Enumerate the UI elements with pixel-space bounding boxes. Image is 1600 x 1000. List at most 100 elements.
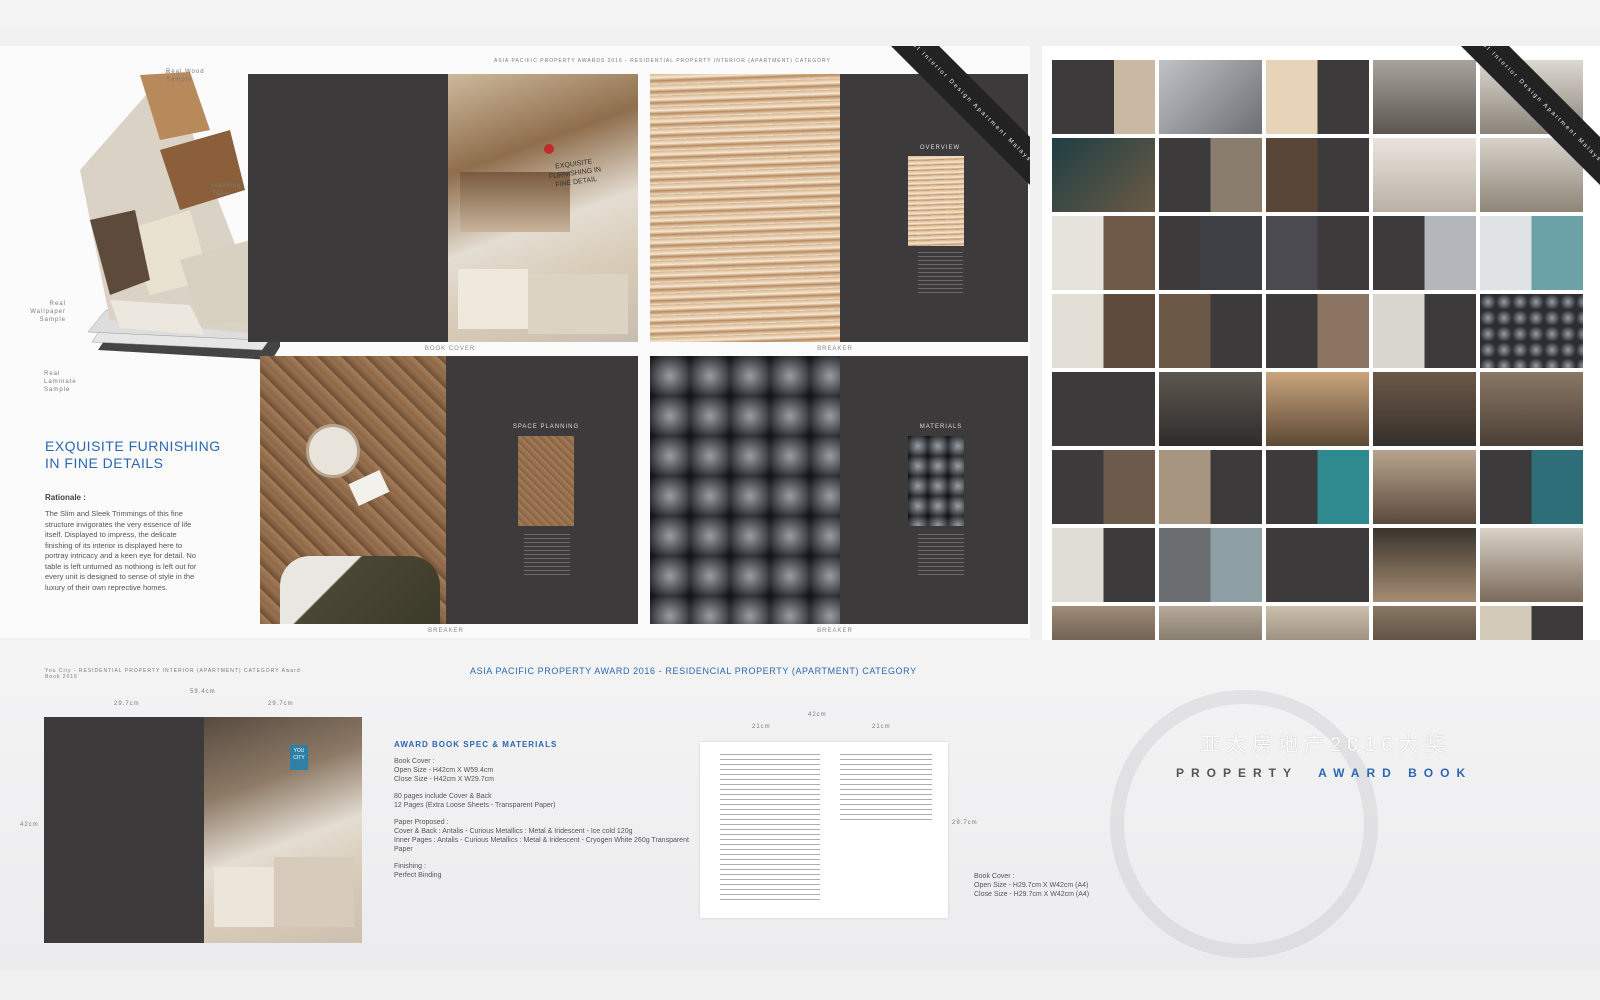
bottom-book-left bbox=[44, 717, 204, 943]
spec-item-b: Cover & Back : Antalis - Curious Metalli… bbox=[394, 828, 633, 835]
dim-297b: 29.7cm bbox=[268, 701, 294, 707]
book-mockup bbox=[40, 70, 290, 390]
grid-thumb bbox=[1373, 528, 1476, 602]
spec-item-a: 80 pages include Cover & Back bbox=[394, 793, 492, 800]
brand-line: PROPERTY AWARD BOOK bbox=[1176, 766, 1496, 780]
award-ribbon-right: Best Interior Design Apartment Malaysia … bbox=[1440, 46, 1600, 206]
grid-thumb bbox=[1052, 60, 1155, 134]
grid-thumb bbox=[1159, 450, 1262, 524]
ribbon-text-left: Best Interior Design Apartment Malaysia … bbox=[883, 46, 1030, 206]
grid-thumb bbox=[1373, 450, 1476, 524]
dim-297a: 29.7cm bbox=[114, 701, 140, 707]
bottom-book-sample bbox=[214, 867, 274, 927]
spec-block: AWARD BOOK SPEC & MATERIALS Book Cover :… bbox=[394, 740, 694, 880]
grid-thumb bbox=[1480, 450, 1583, 524]
spec-item: Finishing : Perfect Binding bbox=[394, 862, 694, 880]
label-laminate: Real Laminate Sample bbox=[44, 371, 77, 393]
header-strip: ASIA PACIFIC PROPERTY AWARDS 2016 - RESI… bbox=[494, 58, 831, 64]
grid-thumb bbox=[1052, 138, 1155, 212]
spec-item-b: Perfect Binding bbox=[394, 872, 442, 879]
chinese-title: 亚太房地产2016大奖 bbox=[1200, 734, 1451, 756]
grid-thumb bbox=[1266, 450, 1369, 524]
brand-word-property: PROPERTY bbox=[1176, 766, 1298, 780]
spread-leather bbox=[650, 356, 840, 624]
dim-42-vert: 42cm bbox=[20, 822, 39, 828]
space-planning-text-block bbox=[524, 534, 570, 578]
grid-thumb bbox=[1480, 372, 1583, 446]
grid-thumb bbox=[1052, 294, 1155, 368]
spec-item-b: 12 Pages (Extra Loose Sheets - Transpare… bbox=[394, 802, 556, 809]
spec-item-a: Paper Proposed : bbox=[394, 819, 449, 826]
grid-thumb bbox=[1159, 372, 1262, 446]
dim-297-vert: 29.7cm bbox=[952, 820, 978, 826]
grid-thumb bbox=[1266, 528, 1369, 602]
grid-thumb bbox=[1052, 450, 1155, 524]
grid-thumb bbox=[1159, 528, 1262, 602]
grid-thumb bbox=[1373, 294, 1476, 368]
space-planning-title: SPACE PLANNING bbox=[512, 424, 580, 430]
grid-thumb bbox=[1266, 372, 1369, 446]
caption-breaker-2: BREAKER bbox=[428, 628, 464, 634]
round-table bbox=[306, 424, 360, 478]
dim-21a: 21cm bbox=[752, 724, 771, 730]
grid-thumb bbox=[1159, 138, 1262, 212]
spec-title: AWARD BOOK SPEC & MATERIALS bbox=[394, 740, 558, 749]
label-wallpaper: Real Wallpaper Sample bbox=[30, 301, 66, 323]
grid-thumb bbox=[1373, 216, 1476, 290]
dim-594: 59.4cm bbox=[190, 689, 216, 695]
dim-21b: 21cm bbox=[872, 724, 891, 730]
space-planning-thumb bbox=[518, 436, 574, 526]
grid-thumb bbox=[1052, 372, 1155, 446]
spec-item-b: Open Size - H42cm X W59.4cm bbox=[394, 767, 494, 774]
caption-breaker-1: BREAKER bbox=[817, 346, 853, 352]
overview-text-block bbox=[918, 252, 963, 296]
grid-thumb bbox=[1480, 294, 1583, 368]
caption-book-cover: BOOK COVER bbox=[424, 346, 476, 352]
spec-item: Paper Proposed : Cover & Back : Antalis … bbox=[394, 818, 694, 854]
letter-document bbox=[700, 742, 948, 918]
spec-item-a: Finishing : bbox=[394, 863, 426, 870]
grid-thumb bbox=[1266, 60, 1369, 134]
bottom-book-sample-2 bbox=[274, 857, 354, 927]
grid-thumb bbox=[1159, 60, 1262, 134]
rationale-label: Rationale : bbox=[45, 493, 86, 502]
cover-sample-a bbox=[458, 269, 528, 329]
spec-item-c: Close Size - H42cm X W29.7cm bbox=[394, 776, 494, 783]
grid-thumb bbox=[1266, 294, 1369, 368]
cover-title: EXQUISITE FURNISHING IN FINE DETAIL bbox=[548, 158, 602, 189]
spec-item: 80 pages include Cover & Back 12 Pages (… bbox=[394, 792, 694, 810]
dim-42: 42cm bbox=[808, 712, 827, 718]
rationale-text: The Slim and Sleek Trimmings of this fin… bbox=[45, 509, 197, 592]
you-city-logo: YOU CITY bbox=[290, 745, 308, 770]
grid-thumb bbox=[1373, 372, 1476, 446]
cover-sample-b bbox=[528, 274, 628, 334]
cover-logo-icon bbox=[544, 144, 554, 154]
spec-item: Book Cover : Open Size - H42cm X W59.4cm… bbox=[394, 757, 694, 784]
materials-text-block bbox=[918, 534, 964, 578]
spread-book-cover-left bbox=[248, 74, 448, 342]
grid-thumb bbox=[1052, 528, 1155, 602]
letter-page-left bbox=[720, 754, 820, 904]
grid-thumb bbox=[1266, 138, 1369, 212]
top-band bbox=[0, 0, 1600, 30]
letter-page-right bbox=[840, 754, 932, 824]
grid-thumb bbox=[1159, 294, 1262, 368]
spec-item-a: Book Cover : bbox=[394, 758, 435, 765]
small-caption: You City - RESIDENTIAL PROPERTY INTERIOR… bbox=[45, 668, 301, 680]
grid-thumb bbox=[1480, 528, 1583, 602]
headline: EXQUISITE FURNISHING IN FINE DETAILS bbox=[45, 438, 221, 471]
label-wood: Real Wood Sample bbox=[166, 69, 205, 83]
award-banner: ASIA PACIFIC PROPERTY AWARD 2016 - RESID… bbox=[470, 666, 917, 676]
spread-book-cover-right: EXQUISITE FURNISHING IN FINE DETAIL bbox=[448, 74, 638, 342]
grid-thumb bbox=[1480, 216, 1583, 290]
spread-wood-breaker bbox=[650, 74, 840, 342]
spread-herringbone bbox=[260, 356, 446, 624]
label-tape: Masking Tape bbox=[212, 183, 242, 197]
brand-word-award-book: AWARD BOOK bbox=[1318, 766, 1473, 780]
award-ribbon-left: Best Interior Design Apartment Malaysia … bbox=[870, 46, 1030, 206]
spec-item-c: Inner Pages : Antalis - Curious Metallic… bbox=[394, 837, 689, 853]
materials-thumb bbox=[908, 436, 964, 526]
materials-title: MATERIALS bbox=[919, 424, 963, 430]
sofa-blanket bbox=[280, 556, 440, 624]
caption-breaker-3: BREAKER bbox=[817, 628, 853, 634]
